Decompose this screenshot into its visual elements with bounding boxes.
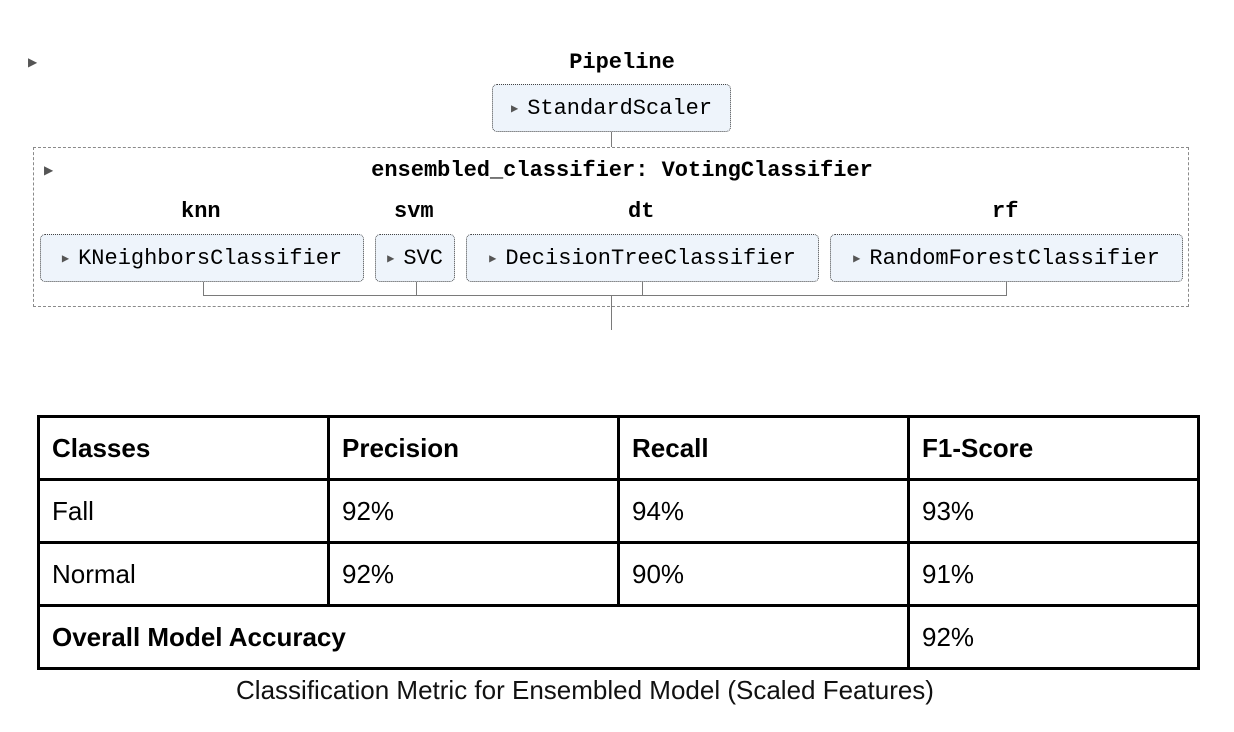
estimator-name-knn: knn <box>181 199 221 224</box>
cell-recall: 94% <box>617 478 910 544</box>
connector-line <box>1006 282 1007 296</box>
random-forest-classifier-box[interactable]: ▶ RandomForestClassifier <box>830 234 1183 282</box>
estimator-model-label: KNeighborsClassifier <box>78 245 343 271</box>
expand-caret-icon: ▶ <box>853 251 861 266</box>
overall-accuracy-value: 92% <box>907 604 1200 670</box>
connector-line <box>611 132 612 147</box>
connector-line <box>203 282 204 296</box>
expand-caret-icon: ▶ <box>387 251 395 266</box>
estimator-model-label: DecisionTreeClassifier <box>505 245 796 271</box>
svc-box[interactable]: ▶ SVC <box>375 234 455 282</box>
header-recall: Recall <box>617 415 910 481</box>
decision-tree-classifier-box[interactable]: ▶ DecisionTreeClassifier <box>466 234 819 282</box>
cell-class: Fall <box>37 478 330 544</box>
table-header-row: Classes Precision Recall F1-Score <box>37 415 1200 481</box>
standard-scaler-box[interactable]: ▶ StandardScaler <box>492 84 731 132</box>
kneighbors-classifier-box[interactable]: ▶ KNeighborsClassifier <box>40 234 364 282</box>
cell-precision: 92% <box>327 478 620 544</box>
connector-line <box>416 282 417 296</box>
cell-precision: 92% <box>327 541 620 607</box>
connector-line <box>642 282 643 296</box>
overall-accuracy-row: Overall Model Accuracy 92% <box>37 604 1200 670</box>
header-f1-score: F1-Score <box>907 415 1200 481</box>
expand-caret-icon: ▶ <box>489 251 497 266</box>
voting-classifier-label: ensembled_classifier: VotingClassifier <box>371 158 873 183</box>
cell-f1: 93% <box>907 478 1200 544</box>
connector-line <box>611 296 612 330</box>
cell-class: Normal <box>37 541 330 607</box>
estimator-name-svm: svm <box>394 199 434 224</box>
header-classes: Classes <box>37 415 330 481</box>
estimator-name-dt: dt <box>628 199 655 224</box>
overall-accuracy-label: Overall Model Accuracy <box>37 604 910 670</box>
expand-caret-icon: ▶ <box>510 101 519 116</box>
pipeline-title: Pipeline <box>569 50 675 75</box>
table-caption: Classification Metric for Ensembled Mode… <box>236 675 934 705</box>
metrics-table: Classes Precision Recall F1-Score Fall 9… <box>37 415 1200 670</box>
estimator-model-label: RandomForestClassifier <box>869 245 1160 271</box>
table-row: Normal 92% 90% 91% <box>37 541 1200 607</box>
estimator-name-rf: rf <box>992 199 1019 224</box>
standard-scaler-label: StandardScaler <box>527 95 713 121</box>
expand-caret-icon: ▶ <box>61 251 70 266</box>
estimator-model-label: SVC <box>403 245 443 271</box>
table-row: Fall 92% 94% 93% <box>37 478 1200 544</box>
cell-recall: 90% <box>617 541 910 607</box>
header-precision: Precision <box>327 415 620 481</box>
connector-line <box>203 295 1007 296</box>
cell-f1: 91% <box>907 541 1200 607</box>
